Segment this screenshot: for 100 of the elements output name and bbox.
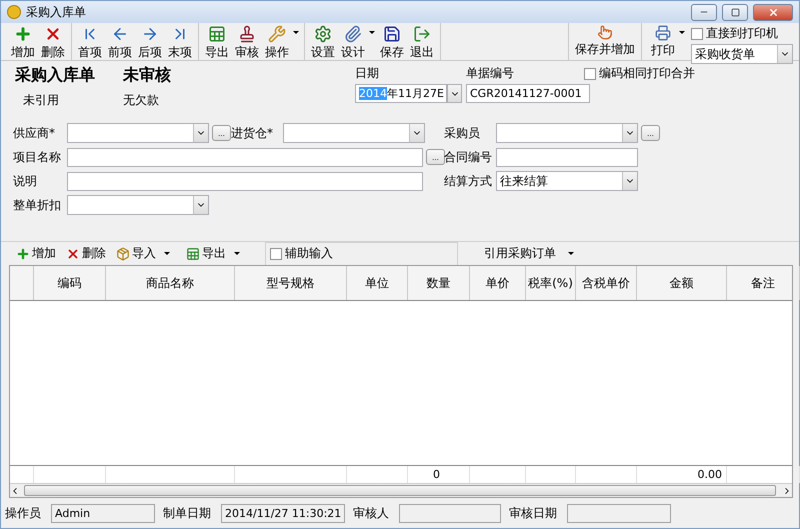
combo-box[interactable] <box>496 123 638 143</box>
save-icon <box>383 24 401 42</box>
checkbox[interactable] <box>584 68 596 80</box>
detail-toolbar-button[interactable]: 导出 <box>181 245 251 262</box>
toolbar-button[interactable]: 首项 <box>75 22 105 60</box>
checkbox-label: 直接到打印机 <box>706 25 778 42</box>
toolbar-button[interactable]: 设置 <box>308 22 338 60</box>
date-dropdown-icon[interactable] <box>447 84 462 103</box>
maximize-icon <box>730 8 740 16</box>
combo-box[interactable] <box>67 123 209 143</box>
toolbar-button[interactable]: 退出 <box>407 22 437 60</box>
column-header[interactable]: 数量 <box>408 266 470 300</box>
checkbox[interactable] <box>270 248 282 260</box>
column-header[interactable]: 备注 <box>727 266 800 300</box>
document-title: 采购入库单 <box>15 65 96 86</box>
toolbar-button[interactable]: 前项 <box>105 22 135 60</box>
status-field: 2014/11/27 11:30:21 <box>221 504 345 522</box>
reference-order-button[interactable]: 引用采购订单 <box>478 244 580 263</box>
field-label: 项目名称 <box>13 148 62 166</box>
browse-button[interactable]: ... <box>641 125 660 141</box>
status-label: 审核日期 <box>509 504 557 522</box>
detail-toolbar-button[interactable]: 导入 <box>111 245 181 262</box>
paperclip-icon <box>344 24 362 42</box>
caret-icon <box>369 30 375 34</box>
toolbar-button[interactable]: 审核 <box>232 22 262 60</box>
status-label: 审核人 <box>353 504 389 522</box>
date-label: 日期 <box>355 65 380 82</box>
browse-button[interactable]: ... <box>212 125 231 141</box>
field-label: 整单折扣 <box>13 196 62 214</box>
window-title: 采购入库单 <box>26 4 87 20</box>
column-header[interactable]: 金额 <box>637 266 727 300</box>
toolbar-button[interactable]: 删除 <box>38 22 68 60</box>
caret-icon <box>164 252 170 255</box>
column-header[interactable]: 税率(%) <box>526 266 576 300</box>
stamp-icon <box>238 24 256 42</box>
save-and-add-button[interactable]: 保存并增加 <box>572 23 638 60</box>
app-icon <box>7 5 21 19</box>
column-header[interactable]: 含税单价 <box>576 266 637 300</box>
checkbox-label: 编码相同打印合并 <box>599 65 695 82</box>
close-icon <box>768 6 778 18</box>
close-button[interactable] <box>753 4 793 20</box>
input-field[interactable] <box>496 148 638 166</box>
scrollbar-thumb[interactable] <box>24 485 776 496</box>
maximize-button[interactable] <box>722 4 748 20</box>
minimize-button[interactable] <box>691 4 717 20</box>
status-label: 制单日期 <box>163 504 211 522</box>
settings-icon <box>314 24 332 42</box>
template-select[interactable]: 采购收货单 <box>691 44 793 64</box>
wrench-icon <box>268 24 286 42</box>
plus-icon <box>16 246 30 260</box>
field-label: 供应商* <box>13 124 56 142</box>
print-button[interactable]: 打印 <box>648 22 687 60</box>
toolbar-button[interactable]: 设计 <box>338 22 377 60</box>
field-label: 说明 <box>13 172 38 190</box>
x-icon <box>66 246 80 260</box>
combo-box[interactable] <box>67 195 209 215</box>
status-field: Admin <box>51 504 155 522</box>
caret-icon <box>679 30 685 34</box>
plus-icon <box>14 24 32 42</box>
checkbox-label: 辅助输入 <box>285 245 333 262</box>
caret-icon <box>568 252 574 255</box>
hand-pointer-icon <box>597 25 613 40</box>
spreadsheet-icon <box>186 246 200 260</box>
toolbar-button[interactable]: 操作 <box>262 22 301 60</box>
toolbar-button[interactable]: 后项 <box>135 22 165 60</box>
column-header[interactable]: 商品名称 <box>106 266 235 300</box>
combo-box[interactable] <box>283 123 425 143</box>
column-header[interactable]: 单价 <box>470 266 526 300</box>
toolbar-button[interactable]: 保存 <box>377 22 407 60</box>
status-label: 操作员 <box>5 504 41 522</box>
field-label: 结算方式 <box>444 172 493 190</box>
reference-status: 未引用 <box>22 92 60 109</box>
detail-toolbar-button[interactable]: 删除 <box>61 245 111 262</box>
toolbar-button[interactable]: 末项 <box>165 22 195 60</box>
browse-button[interactable]: ... <box>426 149 445 165</box>
doc-number-label: 单据编号 <box>466 65 515 82</box>
input-field[interactable] <box>67 148 423 166</box>
exit-icon <box>413 24 431 42</box>
field-label: 采购员 <box>444 124 481 142</box>
caret-icon <box>293 30 299 34</box>
caret-icon <box>234 252 240 255</box>
doc-number-field[interactable]: CGR20141127-0001 <box>466 84 590 103</box>
column-header[interactable]: 编码 <box>34 266 106 300</box>
detail-toolbar-button[interactable]: 增加 <box>11 245 61 262</box>
printer-icon <box>655 24 671 40</box>
toolbar-button[interactable]: 增加 <box>8 22 38 60</box>
combo-box[interactable]: 往来结算 <box>496 171 638 191</box>
column-header[interactable]: 型号规格 <box>235 266 347 300</box>
field-label: 合同编号 <box>444 148 493 166</box>
checkbox[interactable] <box>691 28 703 40</box>
date-field[interactable]: 2014年11月27E <box>355 84 447 103</box>
spreadsheet-icon <box>208 24 226 42</box>
horizontal-scrollbar[interactable] <box>10 483 792 497</box>
debt-status: 无欠款 <box>123 92 160 109</box>
toolbar-button[interactable]: 导出 <box>202 22 232 60</box>
input-field[interactable] <box>67 172 423 190</box>
field-label: 进货仓* <box>231 124 274 142</box>
package-icon <box>116 246 130 260</box>
column-header[interactable]: 单位 <box>347 266 408 300</box>
audit-status: 未审核 <box>123 65 172 86</box>
